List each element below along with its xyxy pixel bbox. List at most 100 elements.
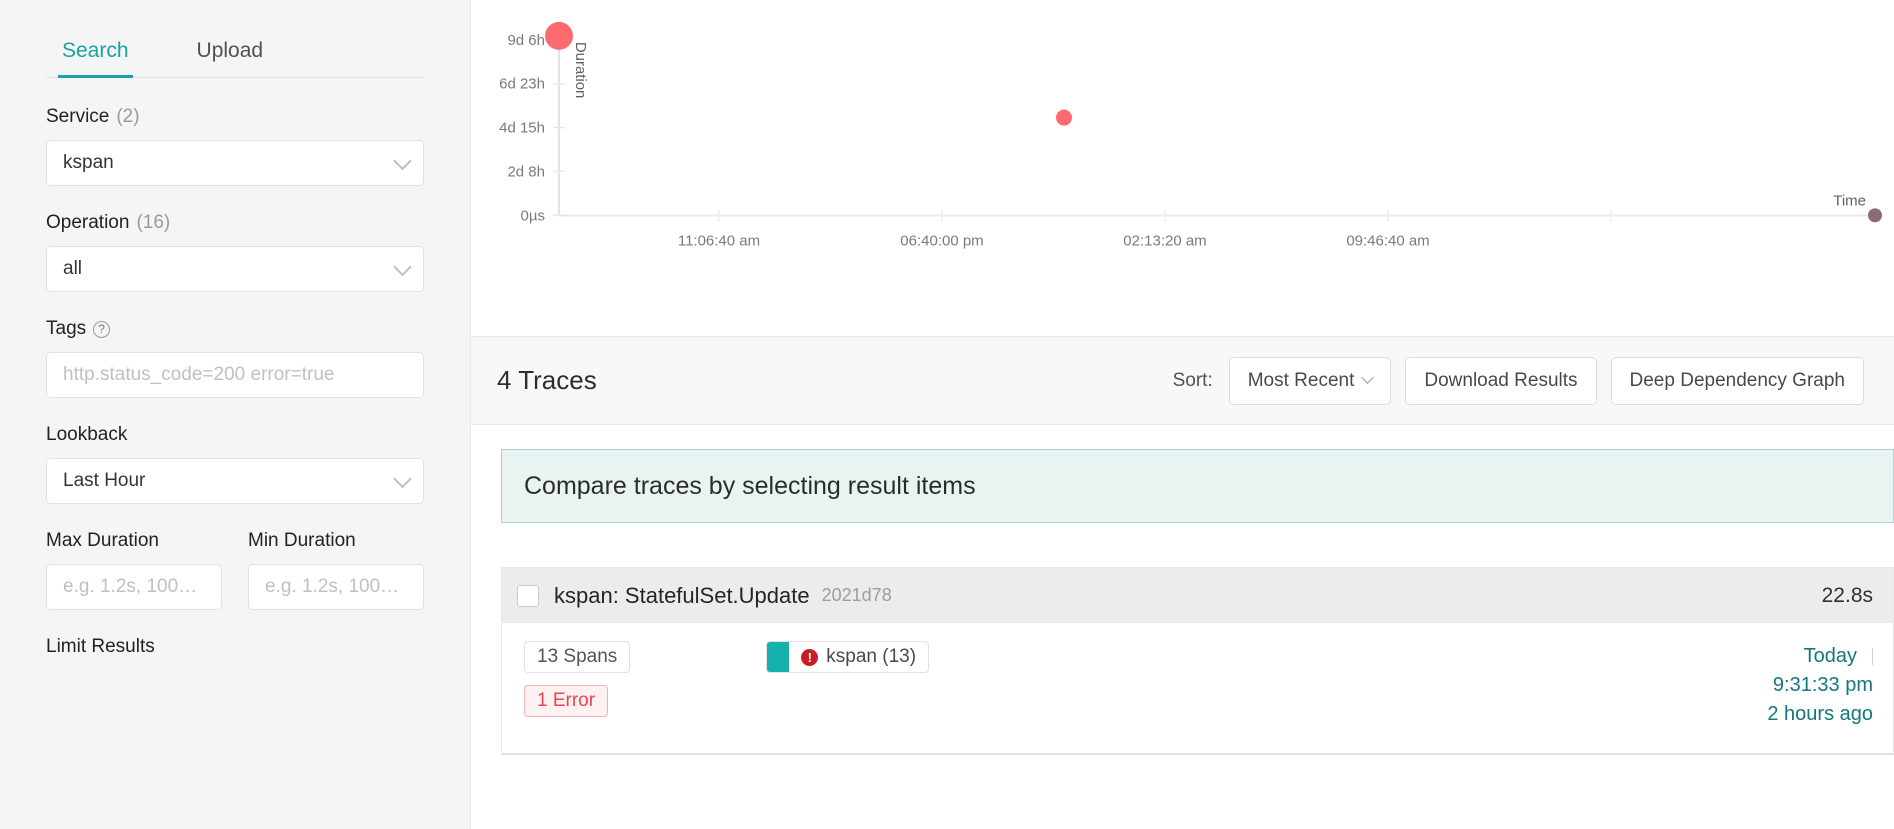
min-duration-input[interactable]: e.g. 1.2s, 100… [248,564,424,610]
lookback-label-text: Lookback [46,424,128,445]
scatter-plot-svg[interactable]: 0µs 2d 8h 4d 15h 6d 23h 9d 6h Duration 1… [471,0,1894,336]
y-axis-tick-labels: 0µs 2d 8h 4d 15h 6d 23h 9d 6h [499,32,545,224]
deep-dependency-graph-button[interactable]: Deep Dependency Graph [1610,356,1864,405]
operation-label-text: Operation [46,212,130,233]
lookback-label: Lookback [46,424,424,446]
operation-select[interactable]: all [46,246,424,292]
x-tick-2: 02:13:20 am [1123,232,1206,249]
x-axis-tick-labels: 11:06:40 am 06:40:00 pm 02:13:20 am 09:4… [678,232,1430,249]
chevron-down-icon [393,257,412,277]
sidebar-tabs: Search Upload [46,26,424,78]
service-label-text: Service [46,106,110,127]
service-value: kspan [63,152,114,173]
service-label: Service (2) [46,106,424,128]
sort-value: Most Recent [1247,369,1355,391]
chevron-down-icon [393,469,412,489]
max-duration-field: Max Duration e.g. 1.2s, 100… [46,530,222,610]
tab-upload[interactable]: Upload [193,26,268,77]
tags-input[interactable]: http.status_code=200 error=true [46,352,424,398]
trace-services: ! kspan (13) [766,641,930,731]
y-tick-4: 9d 6h [507,32,545,49]
scatter-point[interactable] [1056,109,1072,126]
scatter-points[interactable] [545,21,1882,223]
tags-label: Tags ? [46,318,424,340]
lookback-field: Lookback Last Hour [46,424,424,504]
limit-results-label: Limit Results [46,636,424,658]
lookback-value: Last Hour [63,470,146,491]
trace-duration: 22.8s [1821,583,1873,607]
scatter-point[interactable] [1868,208,1882,223]
chevron-down-icon [1361,371,1375,384]
max-duration-label: Max Duration [46,530,222,552]
operation-value: all [63,258,83,279]
sort-label: Sort: [1172,369,1213,391]
trace-scatter-chart[interactable]: 0µs 2d 8h 4d 15h 6d 23h 9d 6h Duration 1… [471,0,1894,337]
help-icon[interactable]: ? [93,320,111,338]
y-tick-3: 6d 23h [499,76,545,93]
trace-select-checkbox[interactable] [517,584,539,607]
tab-search[interactable]: Search [58,26,133,78]
trace-error-count: 1 Error [524,685,609,717]
min-duration-placeholder: e.g. 1.2s, 100… [265,576,400,597]
results-toolbar: 4 Traces Sort: Most Recent Download Resu… [471,337,1894,425]
y-axis-title: Duration [572,42,589,99]
trace-day: Today [1767,645,1873,668]
y-tick-0: 0µs [521,207,545,224]
min-duration-field: Min Duration e.g. 1.2s, 100… [248,530,424,610]
lookback-select[interactable]: Last Hour [46,458,424,504]
sort-dropdown[interactable]: Most Recent [1228,356,1392,405]
service-count: (2) [116,106,140,127]
service-select[interactable]: kspan [46,140,424,186]
compare-traces-banner: Compare traces by selecting result items [501,449,1894,523]
download-results-label: Download Results [1424,369,1578,391]
min-duration-label: Min Duration [248,530,424,552]
download-results-button[interactable]: Download Results [1405,356,1597,405]
service-color-swatch [767,642,790,672]
service-chip-label: kspan (13) [826,646,917,667]
operation-count: (16) [136,212,171,233]
operation-field: Operation (16) all [46,212,424,292]
trace-id: 2021d78 [821,585,892,605]
trace-body: 13 Spans 1 Error ! kspan (13) Today 9:31… [502,623,1893,753]
tags-placeholder: http.status_code=200 error=true [63,364,335,385]
trace-title[interactable]: kspan: StatefulSet.Update [554,583,810,609]
results-list: Compare traces by selecting result items… [471,425,1894,829]
tags-field: Tags ? http.status_code=200 error=true [46,318,424,398]
compare-traces-text: Compare traces by selecting result items [524,471,976,500]
trace-select-cell[interactable] [502,584,554,607]
traces-count: 4 Traces [497,365,597,395]
x-axis-title: Time [1833,192,1866,209]
tags-label-text: Tags [46,318,87,339]
x-tick-3: 09:46:40 am [1346,232,1429,249]
error-icon: ! [801,648,819,666]
max-duration-input[interactable]: e.g. 1.2s, 100… [46,564,222,610]
y-tick-1: 2d 8h [507,163,545,180]
chevron-down-icon [393,151,412,171]
y-tick-2: 4d 15h [499,120,545,137]
max-duration-label-text: Max Duration [46,530,159,551]
trace-time: 9:31:33 pm [1772,674,1873,696]
tab-search-label: Search [62,39,129,62]
trace-result-item[interactable]: kspan: StatefulSet.Update 2021d78 22.8s … [501,567,1894,755]
scatter-point[interactable] [545,21,573,50]
min-duration-label-text: Min Duration [248,530,356,551]
trace-timestamps: Today 9:31:33 pm 2 hours ago [1767,641,1873,731]
jaeger-search-page: Search Upload Service (2) kspan Operatio… [0,0,1894,829]
trace-stats: 13 Spans 1 Error [524,641,631,731]
x-tick-0: 11:06:40 am [678,232,760,249]
limit-results-label-text: Limit Results [46,636,155,657]
service-field: Service (2) kspan [46,106,424,186]
max-duration-placeholder: e.g. 1.2s, 100… [63,576,198,597]
limit-results-field: Limit Results [46,636,424,658]
trace-span-count: 13 Spans [524,641,631,673]
duration-fields: Max Duration e.g. 1.2s, 100… Min Duratio… [46,530,424,610]
tab-upload-label: Upload [196,39,264,62]
deep-dependency-graph-label: Deep Dependency Graph [1629,369,1845,391]
trace-relative-time: 2 hours ago [1767,703,1873,725]
search-sidebar: Search Upload Service (2) kspan Operatio… [0,0,471,829]
x-tick-1: 06:40:00 pm [900,232,983,249]
operation-label: Operation (16) [46,212,424,234]
service-chip[interactable]: ! kspan (13) [766,641,930,673]
main-content: 0µs 2d 8h 4d 15h 6d 23h 9d 6h Duration 1… [471,0,1894,829]
trace-header[interactable]: kspan: StatefulSet.Update 2021d78 22.8s [502,568,1893,623]
